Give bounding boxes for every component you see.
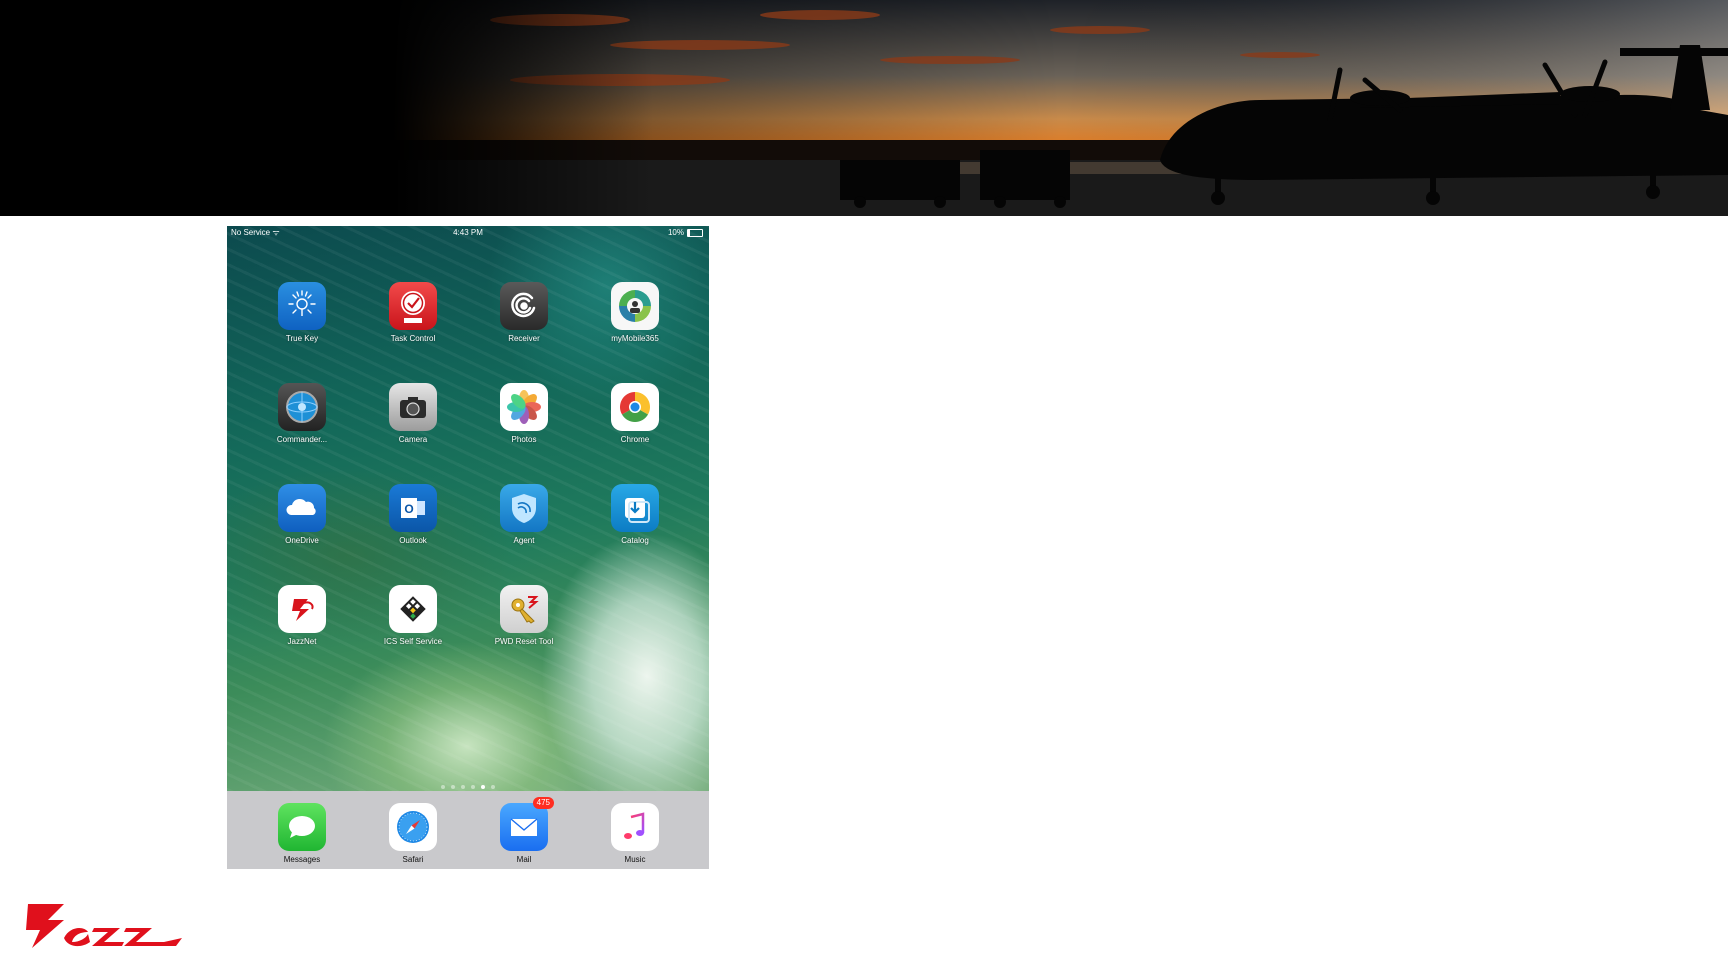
app-label: True Key: [285, 334, 319, 343]
app-label: OneDrive: [285, 536, 319, 545]
dock-app-safari[interactable]: Safari: [368, 803, 458, 864]
app-label: Messages: [283, 855, 321, 864]
app-label: Catalog: [621, 536, 649, 545]
app-outlook[interactable]: O Outlook: [368, 484, 458, 545]
app-mymobile365[interactable]: myMobile365: [590, 282, 680, 343]
app-onedrive[interactable]: OneDrive: [257, 484, 347, 545]
pwd-reset-tool-icon: [500, 585, 548, 633]
app-chrome[interactable]: Chrome: [590, 383, 680, 444]
app-label: Agent: [513, 536, 535, 545]
app-true-key[interactable]: True Key: [257, 282, 347, 343]
camera-icon: [389, 383, 437, 431]
dock: Messages Safari 475 Mail Music: [227, 791, 709, 869]
dock-app-mail[interactable]: 475 Mail: [479, 797, 569, 864]
battery-status: 10%: [668, 226, 703, 240]
mymobile365-icon: [611, 282, 659, 330]
app-label: JazzNet: [287, 637, 317, 646]
unread-badge: 475: [532, 797, 554, 809]
page-dot[interactable]: [451, 785, 455, 789]
receiver-icon: [500, 282, 548, 330]
onedrive-icon: [278, 484, 326, 532]
true-key-icon: [278, 282, 326, 330]
status-time: 4:43 PM: [453, 228, 483, 237]
app-label: ICS Self Service: [383, 637, 443, 646]
commander-icon: [278, 383, 326, 431]
mail-icon: 475: [500, 797, 554, 851]
app-camera[interactable]: Camera: [368, 383, 458, 444]
app-label: Receiver: [508, 334, 540, 343]
app-receiver[interactable]: Receiver: [479, 282, 569, 343]
app-task-control[interactable]: Task Control: [368, 282, 458, 343]
app-label: Chrome: [620, 435, 650, 444]
photos-icon: [500, 383, 548, 431]
status-bar: No Service ᯤ 4:43 PM 10%: [227, 226, 709, 240]
jazz-logo: [24, 898, 184, 959]
app-ics-self-service[interactable]: ICS Self Service: [368, 585, 458, 646]
header-banner: [0, 0, 1728, 216]
page-dot[interactable]: [441, 785, 445, 789]
app-label: Music: [624, 855, 646, 864]
sunset-airplane-image: [393, 0, 1728, 216]
page-dot[interactable]: [461, 785, 465, 789]
task-control-icon: [389, 282, 437, 330]
app-label: Safari: [402, 855, 424, 864]
dock-app-music[interactable]: Music: [590, 803, 680, 864]
app-label: myMobile365: [611, 334, 659, 343]
app-label: Photos: [511, 435, 537, 444]
catalog-icon: [611, 484, 659, 532]
app-photos[interactable]: Photos: [479, 383, 569, 444]
app-label: Task Control: [390, 334, 436, 343]
app-pwd-reset-tool[interactable]: PWD Reset Tool: [479, 585, 569, 646]
app-label: Commander...: [276, 435, 328, 444]
svg-text:O: O: [404, 502, 413, 516]
app-label: PWD Reset Tool: [494, 637, 554, 646]
app-catalog[interactable]: Catalog: [590, 484, 680, 545]
page-dot-active[interactable]: [481, 785, 485, 789]
app-label: Outlook: [399, 536, 427, 545]
dock-app-messages[interactable]: Messages: [257, 803, 347, 864]
app-label: Camera: [398, 435, 428, 444]
messages-icon: [278, 803, 326, 851]
app-commander[interactable]: Commander...: [257, 383, 347, 444]
music-icon: [611, 803, 659, 851]
page-dot[interactable]: [471, 785, 475, 789]
jazznet-icon: [278, 585, 326, 633]
battery-icon: [687, 229, 703, 237]
page-dot[interactable]: [491, 785, 495, 789]
ipad-home-screen: No Service ᯤ 4:43 PM 10% True Key Task C…: [227, 226, 709, 869]
chrome-icon: [611, 383, 659, 431]
ics-self-service-icon: [389, 585, 437, 633]
battery-percent: 10%: [667, 228, 684, 237]
app-label: Mail: [516, 855, 532, 864]
agent-icon: [500, 484, 548, 532]
outlook-icon: O: [389, 484, 437, 532]
app-agent[interactable]: Agent: [479, 484, 569, 545]
safari-icon: [389, 803, 437, 851]
page-indicator[interactable]: [227, 785, 709, 789]
app-jazznet[interactable]: JazzNet: [257, 585, 347, 646]
